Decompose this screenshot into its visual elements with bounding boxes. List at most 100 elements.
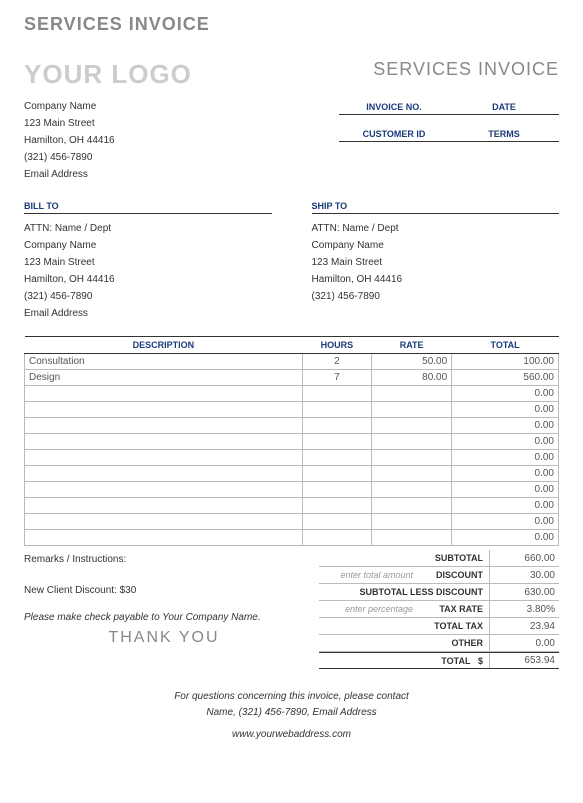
cell-hours: [302, 386, 371, 402]
cell-rate: [372, 386, 452, 402]
cell-hours: 2: [302, 354, 371, 370]
cell-hours: [302, 402, 371, 418]
logo-placeholder: YOUR LOGO: [24, 59, 192, 90]
table-row: 0.00: [25, 402, 559, 418]
ship-to-phone: (321) 456-7890: [312, 288, 560, 305]
subtotal-label: SUBTOTAL: [319, 553, 489, 563]
sender-city: Hamilton, OH 44416: [24, 132, 224, 149]
taxrate-hint: enter percentage: [319, 604, 419, 614]
grand-total-label: TOTAL $: [319, 656, 489, 666]
discount-hint: enter total amount: [319, 570, 419, 580]
cell-description: Consultation: [25, 354, 303, 370]
taxrate-value: 3.80%: [489, 601, 559, 617]
thank-you: THANK YOU: [24, 629, 304, 647]
sender-phone: (321) 456-7890: [24, 149, 224, 166]
cell-description: [25, 498, 303, 514]
remarks-text: New Client Discount: $30: [24, 585, 319, 596]
cell-hours: [302, 514, 371, 530]
cell-total: 0.00: [452, 498, 559, 514]
cell-hours: [302, 450, 371, 466]
sender-email: Email Address: [24, 166, 224, 183]
table-row: 0.00: [25, 418, 559, 434]
cell-rate: [372, 514, 452, 530]
bill-to-company: Company Name: [24, 237, 272, 254]
cell-total: 0.00: [452, 466, 559, 482]
cell-description: [25, 418, 303, 434]
table-row: 0.00: [25, 482, 559, 498]
table-row: 0.00: [25, 530, 559, 546]
ship-to-city: Hamilton, OH 44416: [312, 271, 560, 288]
cell-rate: [372, 450, 452, 466]
footer-line2: Name, (321) 456-7890, Email Address: [24, 705, 559, 721]
footer-website: www.yourwebaddress.com: [24, 727, 559, 743]
cell-hours: [302, 530, 371, 546]
cell-description: [25, 386, 303, 402]
ship-to-title: SHIP TO: [312, 201, 560, 214]
customer-id-label: CUSTOMER ID: [339, 129, 449, 141]
ship-to-street: 123 Main Street: [312, 254, 560, 271]
table-row: 0.00: [25, 450, 559, 466]
cell-description: [25, 434, 303, 450]
bill-to-attn: ATTN: Name / Dept: [24, 220, 272, 237]
cell-rate: 50.00: [372, 354, 452, 370]
cell-total: 560.00: [452, 370, 559, 386]
bill-to-street: 123 Main Street: [24, 254, 272, 271]
table-row: 0.00: [25, 514, 559, 530]
table-row: 0.00: [25, 466, 559, 482]
cell-rate: 80.00: [372, 370, 452, 386]
cell-description: [25, 450, 303, 466]
sender-name: Company Name: [24, 98, 224, 115]
cell-description: Design: [25, 370, 303, 386]
cell-rate: [372, 402, 452, 418]
totaltax-label: TOTAL TAX: [319, 621, 489, 631]
cell-rate: [372, 530, 452, 546]
cell-hours: [302, 418, 371, 434]
other-label: OTHER: [319, 638, 489, 648]
cell-description: [25, 482, 303, 498]
cell-description: [25, 402, 303, 418]
cell-total: 0.00: [452, 530, 559, 546]
cell-total: 0.00: [452, 434, 559, 450]
footer-line1: For questions concerning this invoice, p…: [24, 689, 559, 705]
subtotal-value: 660.00: [489, 550, 559, 566]
cell-total: 0.00: [452, 386, 559, 402]
bill-to-email: Email Address: [24, 305, 272, 322]
subtotal-less-label: SUBTOTAL LESS DISCOUNT: [319, 587, 489, 597]
ship-to-company: Company Name: [312, 237, 560, 254]
terms-label: TERMS: [449, 129, 559, 141]
sender-street: 123 Main Street: [24, 115, 224, 132]
invoice-meta-block: INVOICE NO. DATE CUSTOMER ID TERMS: [339, 98, 559, 183]
cell-hours: [302, 466, 371, 482]
sender-company-block: Company Name 123 Main Street Hamilton, O…: [24, 98, 224, 183]
cell-rate: [372, 498, 452, 514]
cell-total: 0.00: [452, 514, 559, 530]
subtotal-less-value: 630.00: [489, 584, 559, 600]
discount-label: DISCOUNT: [419, 570, 489, 580]
discount-value: 30.00: [489, 567, 559, 583]
totals-block: SUBTOTAL 660.00 enter total amount DISCO…: [319, 550, 559, 669]
grand-total-value: 653.94: [489, 653, 559, 668]
cell-total: 0.00: [452, 418, 559, 434]
cell-hours: [302, 482, 371, 498]
taxrate-label: TAX RATE: [419, 604, 489, 614]
table-row: Design780.00560.00: [25, 370, 559, 386]
col-total: TOTAL: [452, 337, 559, 354]
date-label: DATE: [449, 102, 559, 114]
cell-hours: 7: [302, 370, 371, 386]
page-top-title: SERVICES INVOICE: [24, 14, 559, 35]
table-row: 0.00: [25, 434, 559, 450]
invoice-title: SERVICES INVOICE: [373, 59, 559, 80]
line-items-table: DESCRIPTION HOURS RATE TOTAL Consultatio…: [24, 336, 559, 546]
cell-total: 100.00: [452, 354, 559, 370]
cell-total: 0.00: [452, 450, 559, 466]
ship-to-attn: ATTN: Name / Dept: [312, 220, 560, 237]
col-hours: HOURS: [302, 337, 371, 354]
cell-description: [25, 530, 303, 546]
bill-to-block: BILL TO ATTN: Name / Dept Company Name 1…: [24, 201, 272, 322]
col-rate: RATE: [372, 337, 452, 354]
table-row: 0.00: [25, 386, 559, 402]
col-description: DESCRIPTION: [25, 337, 303, 354]
invoice-no-label: INVOICE NO.: [339, 102, 449, 114]
table-row: 0.00: [25, 498, 559, 514]
bill-to-title: BILL TO: [24, 201, 272, 214]
